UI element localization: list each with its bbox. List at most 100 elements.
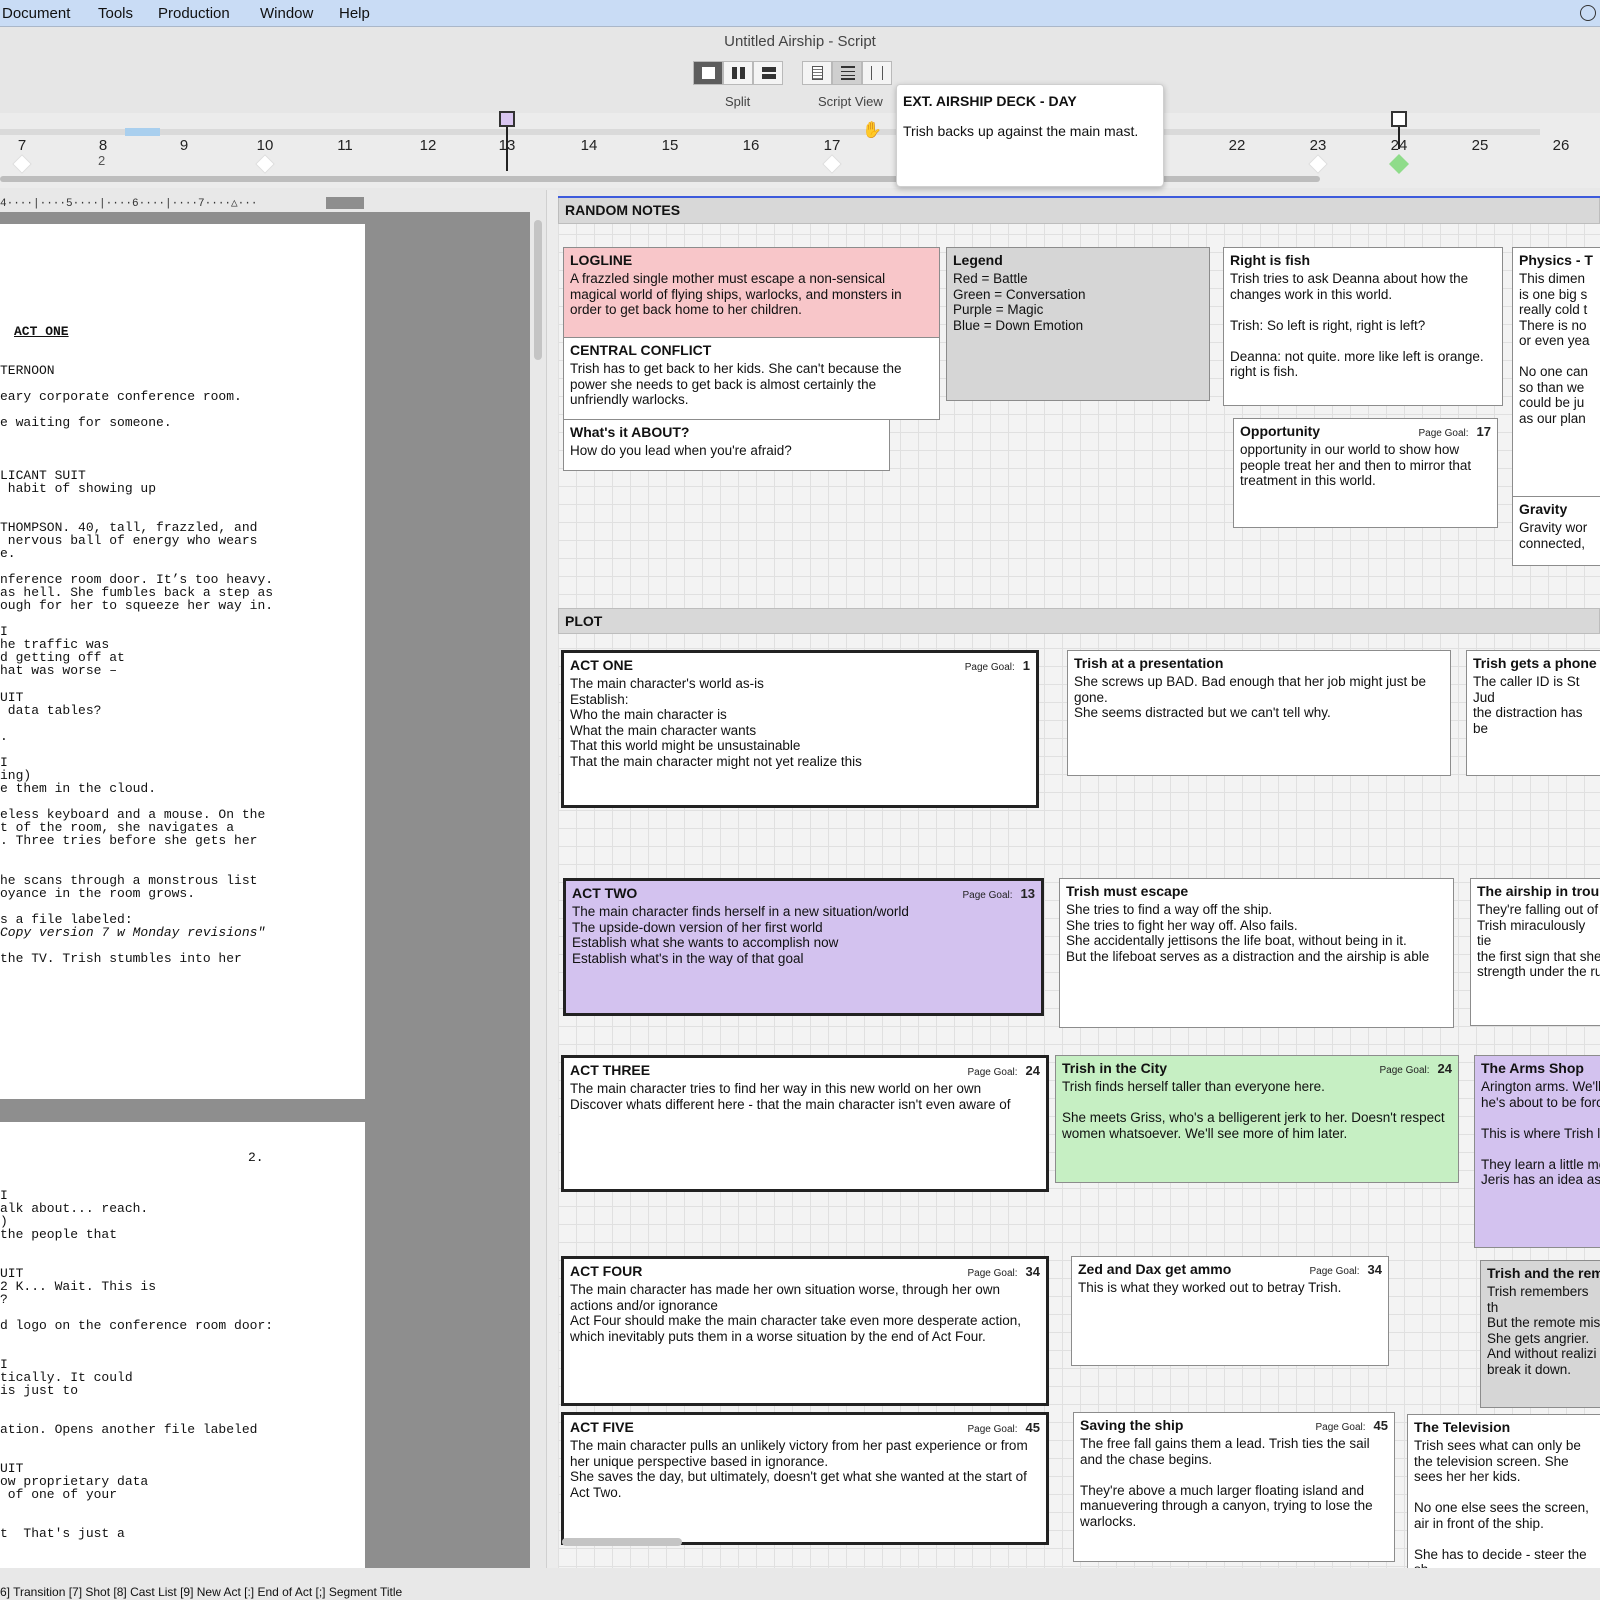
card-title: Physics - T xyxy=(1519,252,1593,268)
card-title: Trish gets a phone c xyxy=(1473,655,1600,671)
script-line: ation. Opens another file labeled xyxy=(0,1422,258,1437)
card-whats-it-about[interactable]: What's it ABOUT? How do you lead when yo… xyxy=(563,419,890,471)
card-act-four[interactable]: Page Goal: 34 ACT FOUR The main character… xyxy=(561,1256,1049,1406)
card-arms-shop[interactable]: The Arms Shop Arington arms. We'll he's … xyxy=(1474,1055,1600,1248)
card-act-three[interactable]: Page Goal: 24 ACT THREE The main characte… xyxy=(561,1055,1049,1192)
card-body: Trish remembers th But the remote mis Sh… xyxy=(1487,1284,1600,1377)
timeline-sub-label: 2 xyxy=(98,153,106,168)
script-line: oyance in the room grows. xyxy=(0,886,196,901)
card-opportunity[interactable]: Page Goal: 17 Opportunity opportunity in … xyxy=(1233,418,1498,528)
card-title: CENTRAL CONFLICT xyxy=(570,342,712,358)
scene-marker[interactable] xyxy=(255,154,275,174)
timeline[interactable]: 7 8 9 10 11 12 13 14 15 16 17 22 23 24 2… xyxy=(0,111,1600,188)
card-television[interactable]: The Television Trish sees what can only … xyxy=(1407,1414,1600,1568)
script-scrollbar[interactable] xyxy=(534,220,542,360)
act-marker[interactable] xyxy=(499,111,515,127)
menu-tools[interactable]: Tools xyxy=(98,0,133,27)
scene-marker[interactable] xyxy=(12,154,32,174)
page-goal-value: 24 xyxy=(1437,1061,1452,1076)
page-goal-value: 34 xyxy=(1367,1262,1382,1277)
card-act-one[interactable]: Page Goal: 1 ACT ONE The main character's… xyxy=(561,650,1039,808)
script-line: eary corporate conference room. xyxy=(0,389,242,404)
split-horizontal-icon xyxy=(762,67,776,79)
board-scrollbar[interactable] xyxy=(562,1538,682,1546)
act-heading: ACT ONE xyxy=(14,324,69,339)
column-view-button[interactable] xyxy=(862,61,892,85)
menu-help[interactable]: Help xyxy=(339,0,370,27)
card-trish-city[interactable]: Page Goal: 24 Trish in the City Trish fin… xyxy=(1055,1055,1459,1183)
card-body: The main character has made her own situ… xyxy=(570,1282,1021,1344)
card-right-is-fish[interactable]: Right is fish Trish tries to ask Deanna … xyxy=(1223,247,1503,406)
card-gravity[interactable]: Gravity Gravity wor connected, xyxy=(1512,496,1600,566)
scene-tooltip: EXT. AIRSHIP DECK - DAY Trish backs up a… xyxy=(896,84,1164,187)
card-title: The Arms Shop xyxy=(1481,1060,1584,1076)
card-body: Gravity wor connected, xyxy=(1519,520,1588,551)
page-number: 2. xyxy=(248,1150,264,1165)
single-view-button[interactable] xyxy=(693,61,723,85)
timeline-page-number: 23 xyxy=(1309,137,1327,154)
split-horizontal-button[interactable] xyxy=(753,61,783,85)
columns-icon xyxy=(871,66,883,80)
card-body: Red = Battle Green = Conversation Purple… xyxy=(953,271,1086,333)
scene-marker[interactable] xyxy=(1308,154,1328,174)
menu-window[interactable]: Window xyxy=(260,0,313,27)
page-goal: Page Goal: 45 xyxy=(1315,1418,1388,1433)
script-line: e. xyxy=(0,546,16,561)
card-title: ACT ONE xyxy=(570,657,633,673)
script-page-1[interactable]: ACT ONE TERNOON eary corporate conferenc… xyxy=(0,224,365,1099)
timeline-page-number: 25 xyxy=(1471,137,1489,154)
card-trish-presentation[interactable]: Trish at a presentation She screws up BA… xyxy=(1067,650,1451,776)
card-act-two[interactable]: Page Goal: 13 ACT TWO The main character … xyxy=(563,878,1044,1016)
script-view-button[interactable] xyxy=(832,61,862,85)
section-random-notes[interactable]: RANDOM NOTES xyxy=(558,198,1600,224)
page-view-button[interactable] xyxy=(802,61,832,85)
scene-marker[interactable] xyxy=(822,154,842,174)
page-goal-label: Page Goal: xyxy=(1315,1422,1366,1433)
page-goal-label: Page Goal: xyxy=(1379,1065,1430,1076)
card-trish-remote[interactable]: Trish and the rem Trish remembers th But… xyxy=(1480,1260,1600,1408)
script-line: the people that xyxy=(0,1227,118,1242)
script-line: the TV. Trish stumbles into her xyxy=(0,951,242,966)
card-body: Trish has to get back to her kids. She c… xyxy=(570,361,906,407)
card-legend[interactable]: Legend Red = Battle Green = Conversation… xyxy=(946,247,1210,401)
card-title: Legend xyxy=(953,252,1003,268)
card-title: Trish must escape xyxy=(1066,883,1189,899)
timeline-page-number: 7 xyxy=(17,137,27,154)
script-line: alk about... reach. xyxy=(0,1201,149,1216)
card-airship-trouble[interactable]: The airship in troub They're falling out… xyxy=(1470,878,1600,1026)
menu-document[interactable]: Document xyxy=(2,0,70,27)
playhead[interactable] xyxy=(506,127,508,171)
card-body: She screws up BAD. Bad enough that her j… xyxy=(1074,674,1426,720)
card-body: The main character tries to find her way… xyxy=(570,1081,1011,1112)
card-trish-phone[interactable]: Trish gets a phone c The caller ID is St… xyxy=(1466,650,1600,776)
script-page-2[interactable]: 2. I alk about... reach. ) the people th… xyxy=(0,1122,365,1568)
scene-marker-active[interactable] xyxy=(1389,154,1409,174)
card-body: Arington arms. We'll he's about to be fo… xyxy=(1481,1079,1600,1187)
card-zed-dax-ammo[interactable]: Page Goal: 34 Zed and Dax get ammo This i… xyxy=(1071,1256,1389,1366)
timeline-page-number: 10 xyxy=(256,137,274,154)
menu-production[interactable]: Production xyxy=(158,0,230,27)
card-physics[interactable]: Physics - T This dimen is one big s real… xyxy=(1512,247,1600,499)
card-title: The Television xyxy=(1414,1419,1511,1435)
split-vertical-button[interactable] xyxy=(723,61,753,85)
timeline-track xyxy=(0,129,1540,135)
card-logline[interactable]: LOGLINE A frazzled single mother must es… xyxy=(563,247,940,338)
corkboard[interactable]: RANDOM NOTES LOGLINE A frazzled single m… xyxy=(558,196,1600,1568)
section-plot[interactable]: PLOT xyxy=(558,608,1600,634)
pane-splitter[interactable] xyxy=(546,190,558,1568)
script-editor[interactable]: ACT ONE TERNOON eary corporate conferenc… xyxy=(0,212,530,1568)
card-central-conflict[interactable]: CENTRAL CONFLICT Trish has to get back t… xyxy=(563,337,940,420)
window-title: Untitled Airship - Script xyxy=(724,33,876,50)
timeline-page-number: 8 xyxy=(98,137,108,154)
page-goal-value: 13 xyxy=(1020,886,1035,901)
timeline-page-number: 17 xyxy=(823,137,841,154)
status-menu-icon[interactable] xyxy=(1580,5,1596,21)
page-goal-label: Page Goal: xyxy=(1418,428,1469,439)
card-trish-must-escape[interactable]: Trish must escape She tries to find a wa… xyxy=(1059,878,1454,1028)
ruler-tab-stop[interactable] xyxy=(326,197,364,209)
timeline-selection xyxy=(125,128,160,136)
ruler[interactable]: 4····|····5····|····6····|····7····△··· xyxy=(0,196,365,210)
card-saving-ship[interactable]: Page Goal: 45 Saving the ship The free fa… xyxy=(1073,1412,1395,1562)
act-marker[interactable] xyxy=(1391,111,1407,127)
card-act-five[interactable]: Page Goal: 45 ACT FIVE The main character… xyxy=(561,1412,1049,1545)
